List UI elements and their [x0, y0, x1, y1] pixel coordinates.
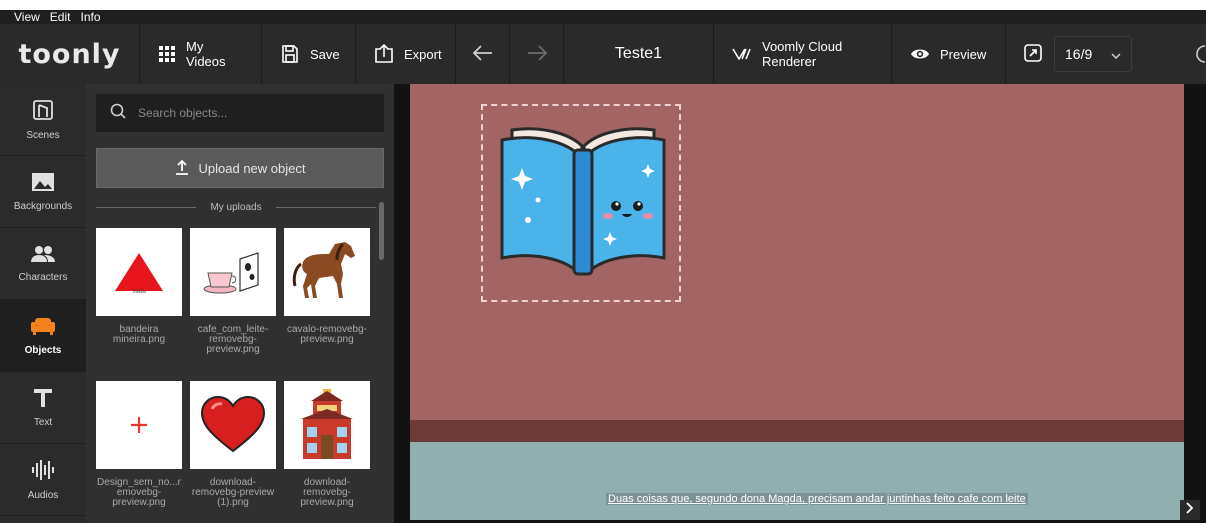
export-button[interactable]: Export [356, 24, 456, 84]
cloud-renderer-button[interactable]: Voomly Cloud Renderer [714, 24, 892, 84]
undo-button[interactable] [456, 24, 510, 84]
my-uploads-label: My uploads [210, 201, 262, 213]
heart-icon [190, 381, 276, 469]
upload-item[interactable]: download-removebg-preview (1).png [190, 381, 276, 508]
flag-triangle-icon: TAMEN [96, 228, 182, 316]
nav-backgrounds-label: Backgrounds [13, 200, 73, 212]
undo-icon [472, 44, 494, 65]
nav-backgrounds[interactable]: Backgrounds [0, 156, 86, 228]
chevron-right-icon [1186, 501, 1194, 519]
upload-caption: cavalo-removebg-preview.png [286, 324, 368, 345]
my-videos-label: My Videos [186, 39, 226, 69]
upload-caption: cafe_com_leite-removebg-preview.png [197, 324, 269, 355]
nav-text-label: Text [33, 416, 53, 428]
grid-icon [158, 45, 176, 63]
voomly-icon [732, 47, 752, 61]
nav-objects[interactable]: Objects [0, 300, 86, 372]
menu-edit[interactable]: Edit [50, 10, 71, 24]
audio-icon [31, 459, 55, 484]
upload-item[interactable]: cavalo-removebg-preview.png [284, 228, 370, 345]
book-object[interactable] [498, 120, 668, 285]
left-nav: Scenes Backgrounds Characters Objects Te… [0, 84, 86, 523]
divider-line-right [275, 206, 377, 208]
upload-caption: download-removebg-preview (1).png [191, 477, 275, 508]
app-logo[interactable]: toonly [0, 24, 140, 84]
canvas-floor [410, 420, 1184, 442]
menu-bar: View Edit Info [0, 10, 1206, 24]
aspect-ratio-group: 16/9 [1006, 24, 1136, 84]
my-uploads-divider: My uploads [96, 200, 377, 214]
chevron-down-icon [1111, 46, 1121, 62]
window-top-strip [0, 0, 1206, 10]
nav-scenes[interactable]: Scenes [0, 84, 86, 156]
redo-icon [526, 44, 548, 65]
resize-icon[interactable] [1024, 43, 1042, 65]
sofa-icon [30, 316, 56, 339]
nav-scenes-label: Scenes [26, 129, 60, 141]
my-videos-button[interactable]: My Videos [140, 24, 262, 84]
search-box[interactable] [96, 94, 384, 132]
nav-text[interactable]: Text [0, 372, 86, 444]
redo-button[interactable] [510, 24, 564, 84]
search-input[interactable] [138, 106, 368, 120]
project-title[interactable]: Teste1 [564, 24, 714, 84]
scenes-icon [32, 99, 54, 124]
scene-canvas[interactable]: Duas coisas que, segundo dona Magda, pre… [410, 84, 1184, 520]
eye-icon [910, 47, 930, 61]
menu-view[interactable]: View [14, 10, 40, 24]
text-icon [33, 388, 53, 411]
nav-characters-label: Characters [18, 271, 68, 283]
upload-caption: bandeira mineira.png [112, 324, 166, 345]
export-icon [374, 44, 394, 64]
upload-item[interactable]: TAMEN bandeira mineira.png [96, 228, 182, 345]
nav-audios[interactable]: Audios [0, 444, 86, 516]
upload-caption: download-removebg-preview.png [300, 477, 354, 508]
nav-audios-label: Audios [27, 489, 59, 501]
characters-icon [30, 245, 56, 266]
save-label: Save [310, 46, 340, 62]
preview-button[interactable]: Preview [892, 24, 1006, 84]
upload-icon [175, 159, 189, 178]
toolbar: toonly My Videos Save Export Teste1 Voom… [0, 24, 1206, 84]
search-icon [110, 103, 126, 124]
backgrounds-icon [31, 172, 55, 195]
canvas-water [410, 442, 1184, 520]
upload-item[interactable]: download-removebg-preview.png [284, 381, 370, 508]
aspect-ratio-value: 16/9 [1065, 46, 1093, 62]
divider-line-left [96, 206, 197, 208]
upload-item[interactable]: Design_sem_no...removebg-preview.png [96, 381, 182, 508]
nav-characters[interactable]: Characters [0, 228, 86, 300]
coffee-milk-icon [190, 228, 276, 316]
menu-info[interactable]: Info [80, 10, 100, 24]
renderer-label: Voomly Cloud Renderer [762, 39, 843, 69]
objects-panel: Upload new object My uploads TAMEN bande… [86, 84, 394, 523]
project-title-text: Teste1 [614, 45, 663, 62]
school-icon [284, 381, 370, 469]
stage-right-edge [1184, 84, 1206, 523]
floppy-icon [280, 44, 300, 64]
help-icon[interactable] [1196, 24, 1206, 84]
plus-icon [96, 381, 182, 469]
upload-label: Upload new object [198, 160, 306, 176]
preview-label: Preview [940, 46, 987, 62]
nav-objects-label: Objects [24, 344, 62, 356]
upload-item[interactable]: cafe_com_leite-removebg-preview.png [190, 228, 276, 355]
aspect-ratio-select[interactable]: 16/9 [1054, 36, 1132, 72]
uploads-grid: TAMEN bandeira mineira.png cafe_com_leit… [96, 228, 376, 523]
upload-new-object-button[interactable]: Upload new object [96, 148, 384, 188]
panel-scrollbar-thumb[interactable] [379, 202, 384, 260]
export-label: Export [404, 46, 442, 62]
canvas-subtitle[interactable]: Duas coisas que, segundo dona Magda, pre… [606, 493, 1028, 505]
save-button[interactable]: Save [262, 24, 356, 84]
expand-panel-button[interactable] [1180, 500, 1200, 520]
logo-text: toonly [18, 38, 121, 70]
upload-caption: Design_sem_no...removebg-preview.png [97, 477, 181, 508]
panel-scrollbar[interactable] [379, 202, 384, 517]
svg-text:TAMEN: TAMEN [131, 289, 146, 294]
horse-icon [284, 228, 370, 316]
